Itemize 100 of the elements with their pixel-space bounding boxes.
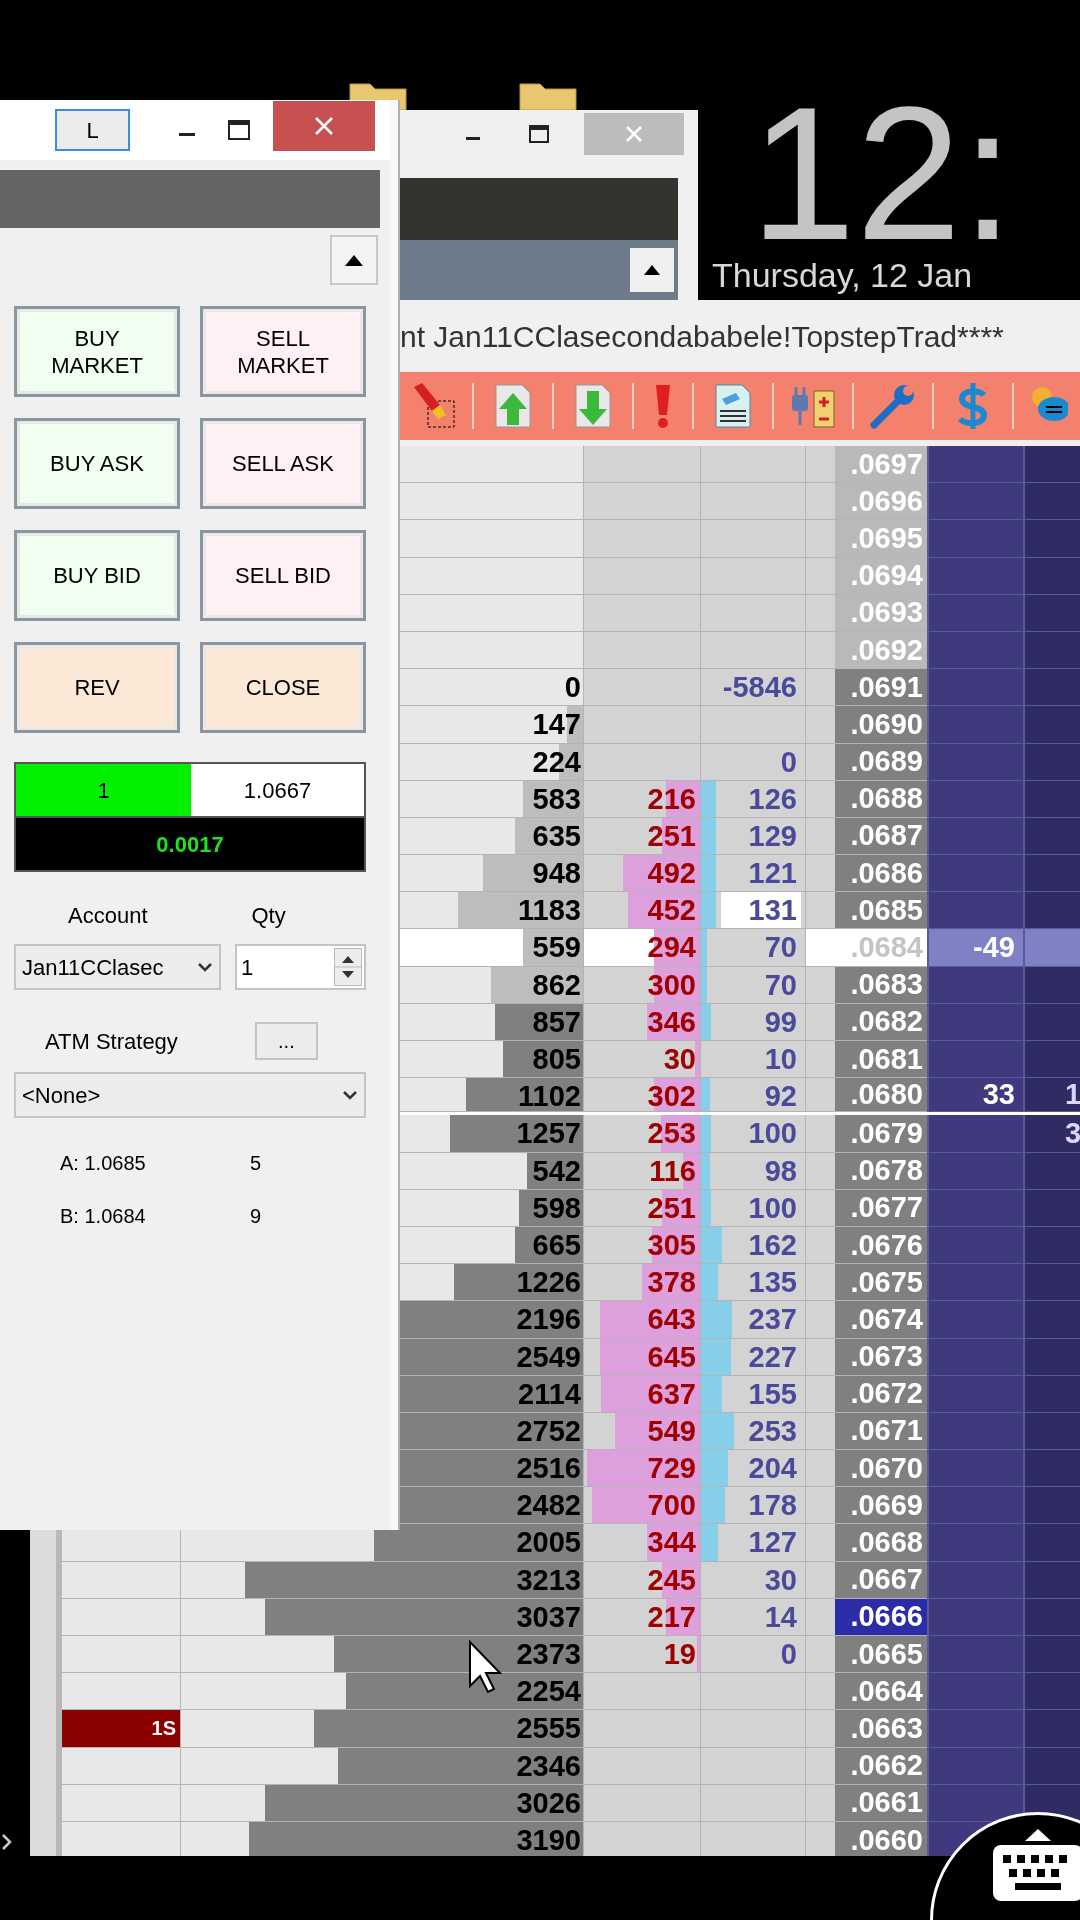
grid-cell [1023,594,1080,632]
grid-cell [1023,557,1080,595]
volume-value: 1183 [518,896,581,926]
cursor-icon [468,1640,504,1694]
volume-value: 2346 [516,1751,581,1781]
volume-value: 492 [647,859,696,889]
volume-value: 1226 [516,1268,581,1298]
chevron-right-icon[interactable] [0,1832,14,1852]
volume-value: 2752 [516,1416,581,1446]
strategy-dropdown[interactable]: <None> [14,1072,366,1118]
price-cell: .0673 [835,1338,927,1376]
volume-value: 2254 [516,1677,581,1707]
grid-cell: 3 [1023,1115,1080,1153]
grid-cell: 1 [1023,1078,1080,1113]
grid-cell [805,706,835,744]
quote-size: 5 [250,1151,262,1176]
price-cell: .0688 [835,780,927,818]
price-cell: .0697 [835,446,927,484]
order-button[interactable]: CLOSE [200,642,366,733]
volume-value: 30 [764,1565,797,1595]
volume-value: 216 [647,784,696,814]
position-quantity: 1 [16,764,191,816]
volume-value: 637 [647,1379,696,1409]
volume-value: 305 [647,1230,696,1260]
grid-cell [1023,706,1080,744]
volume-value: 155 [748,1379,797,1409]
volume-value: 129 [748,821,797,851]
grid-cell [1023,1338,1080,1376]
grid-cell [1023,855,1080,893]
chevron-down-icon [342,1090,358,1100]
field-label: Account [68,901,148,930]
volume-value: 2005 [516,1528,581,1558]
volume-value: 549 [647,1416,696,1446]
title-bar-button[interactable]: L [55,109,130,151]
order-button[interactable]: SELL BID [200,530,366,621]
field-label: Qty [251,901,286,930]
price-cell: .0671 [835,1412,927,1451]
grid-cell [1023,1189,1080,1227]
price-cell: .0693 [835,594,927,632]
scroll-up-button[interactable] [630,248,674,292]
price-cell: .0677 [835,1189,927,1227]
price-cell: .0695 [835,520,927,558]
price-cell: .0680 [835,1078,927,1113]
volume-value: 70 [764,933,797,963]
price-cell: .0675 [835,1264,927,1302]
close-icon [624,124,644,144]
volume-value: 2114 [518,1379,581,1409]
volume-value: 70 [764,970,797,1000]
price-cell: .0686 [835,855,927,893]
price-cell: .0679 [835,1115,927,1153]
grid-cell [1023,1561,1080,1599]
order-button[interactable]: BUY ASK [14,418,180,509]
price-cell: .0684 [835,929,927,967]
grid-cell [1023,1710,1080,1748]
grid-cell [1023,1636,1080,1674]
order-button[interactable]: SELL MARKET [200,306,366,397]
order-button[interactable]: BUY BID [14,530,180,621]
price-cell: .0669 [835,1487,927,1525]
grid-cell [1023,1152,1080,1190]
volume-value: 542 [532,1156,581,1186]
field-label: ATM Strategy [45,1027,178,1056]
volume-value: 92 [764,1082,797,1112]
volume-value: -5846 [722,673,797,703]
volume-value: 665 [532,1230,581,1260]
volume-value: 135 [748,1268,797,1298]
grid-cell [1023,1450,1080,1488]
volume-value: 253 [748,1416,797,1446]
volume-value: 100 [748,1119,797,1149]
volume-value: 3190 [516,1825,581,1855]
price-cell: .0689 [835,743,927,781]
quantity-spinner[interactable]: 1 [235,944,366,990]
scroll-up-button[interactable] [330,235,378,285]
triangle-up-icon [644,265,660,275]
grid-cell [1023,1375,1080,1413]
account-dropdown[interactable]: Jan11CClasec [14,944,221,990]
grid-cell [1023,1226,1080,1265]
volume-value: 862 [532,970,581,1000]
price-cell: .0683 [835,966,927,1004]
price-cell: .0667 [835,1561,927,1599]
maximize-icon[interactable] [227,119,251,141]
order-button[interactable]: SELL ASK [200,418,366,509]
grid-cell [1023,631,1080,670]
ellipsis-button[interactable]: ... [254,1022,318,1060]
price-cell: .0662 [835,1747,927,1785]
volume-value: 147 [532,710,581,740]
grid-cell [1023,743,1080,781]
order-button[interactable]: BUY MARKET [14,306,180,397]
volume-value: 245 [647,1565,696,1595]
volume-value: 116 [649,1156,696,1186]
maximize-icon[interactable] [528,124,550,144]
volume-value: 251 [647,1193,696,1223]
order-button[interactable]: REV [14,642,180,733]
volume-value: 127 [748,1528,797,1558]
grid-cell [805,483,835,521]
grid-cell [1023,966,1080,1004]
price-cell: .0668 [835,1524,927,1562]
volume-value: 224 [532,747,581,777]
volume-value: 302 [647,1082,696,1112]
volume-value: 346 [647,1007,696,1037]
order-marker[interactable]: 1S [62,1710,180,1747]
